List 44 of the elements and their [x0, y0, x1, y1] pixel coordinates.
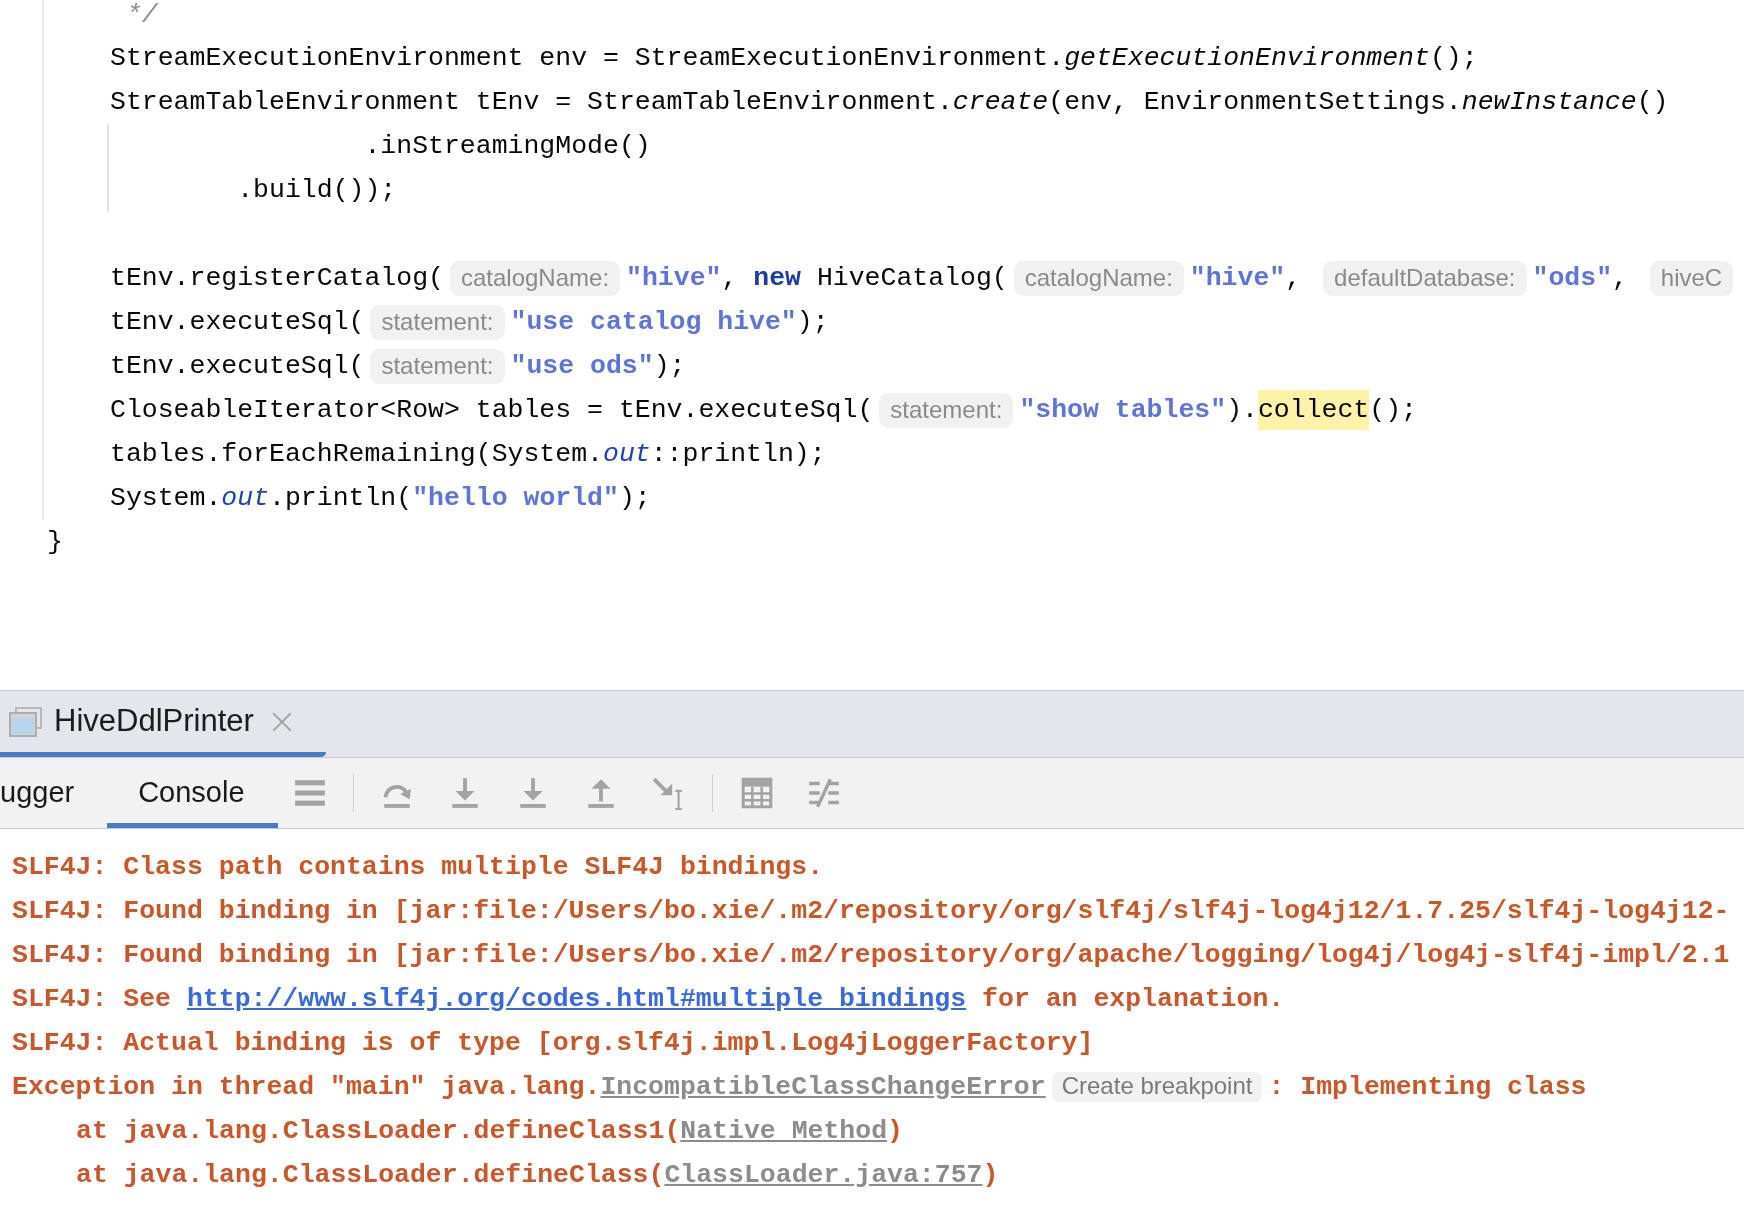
console-text: at java.lang.ClassLoader.defineClass(ClassLoader.java:757) [76, 1160, 999, 1190]
parameter-hint: statement: [370, 348, 505, 384]
code-text: } [47, 527, 63, 557]
parameter-hint: statement: [370, 304, 505, 340]
console-text: : Implementing class [1268, 1072, 1587, 1102]
code-text: "ods", [1532, 263, 1629, 293]
code-text: tEnv.registerCatalog( [110, 263, 444, 293]
code-text: tEnv.executeSql( [110, 307, 365, 337]
console-text: at java.lang.ClassLoader.defineClass1(Native Method) [76, 1116, 903, 1146]
code-text: .inStreamingMode() [363, 131, 651, 161]
inline-hint[interactable]: Create breakpoint [1051, 1072, 1263, 1102]
code-text: StreamTableEnvironment tEnv = StreamTableEnvironment.create(env, EnvironmentSettings.newInstance() [110, 87, 1669, 117]
source-link[interactable]: ClassLoader.java:757 [664, 1160, 983, 1190]
source-link[interactable]: Native Method [680, 1116, 888, 1146]
code-text: "use catalog hive"); [510, 307, 829, 337]
code-text: CloseableIterator<Row> tables = tEnv.executeSql( [110, 395, 874, 425]
console-text: SLF4J: See http://www.slf4j.org/codes.html#multiple_bindings for an explanation. [12, 984, 1285, 1014]
code-text: StreamExecutionEnvironment env = StreamExecutionEnvironment.getExecutionEnvironment(); [110, 43, 1478, 73]
console-text: SLF4J: Actual binding is of type [org.slf4j.impl.Log4jLoggerFactory] [12, 1028, 1094, 1058]
window-icon [9, 706, 42, 737]
console-text: Exception in thread "main" java.lang.IncompatibleClassChangeError [12, 1072, 1046, 1102]
console-text: SLF4J: Class path contains multiple SLF4J bindings. [12, 852, 824, 882]
code-text: tables.forEachRemaining(System.out::println); [110, 439, 826, 469]
code-text: "hive", new HiveCatalog( [626, 263, 1008, 293]
parameter-hint: defaultDatabase: [1323, 260, 1527, 296]
parameter-hint: statement: [879, 392, 1014, 428]
parameter-hint: hiveC [1649, 260, 1734, 296]
console-text: SLF4J: Found binding in [jar:file:/Users/bo.xie/.m2/repository/org/apache/logging/log4j/log4j-slf4j-impl/2.1 [12, 940, 1730, 970]
source-link[interactable]: IncompatibleClassChangeError [600, 1072, 1046, 1102]
parameter-hint: catalogName: [1013, 260, 1184, 296]
code-text: */ [124, 0, 158, 30]
table-icon[interactable] [739, 776, 774, 810]
close-icon[interactable] [271, 711, 292, 732]
code-text: .build()); [236, 175, 397, 205]
panel-tab[interactable]: ugger [0, 758, 108, 828]
slashed-lines-icon[interactable] [806, 776, 841, 810]
code-text: System.out.println("hello world"); [110, 483, 651, 513]
console-text: SLF4J: Found binding in [jar:file:/Users/bo.xie/.m2/repository/org/slf4j/slf4j-log4j12/1.7.25/slf4j-log4j12- [12, 896, 1730, 926]
code-text: "use ods"); [510, 351, 686, 381]
code-text: "hive", [1189, 263, 1303, 293]
code-text: "show tables").collect(); [1019, 390, 1417, 430]
code-text: tEnv.executeSql( [110, 351, 365, 381]
link[interactable]: http://www.slf4j.org/codes.html#multiple_bindings [186, 984, 967, 1014]
parameter-hint: catalogName: [449, 260, 621, 296]
